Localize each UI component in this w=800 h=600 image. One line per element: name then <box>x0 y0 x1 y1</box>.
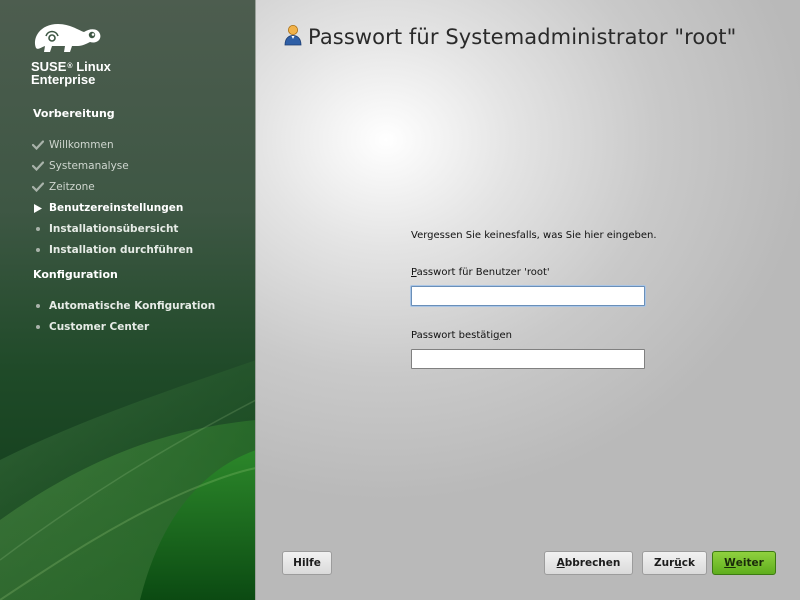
section-title-vorbereitung: Vorbereitung <box>33 107 115 120</box>
root-password-field[interactable] <box>411 286 645 306</box>
check-icon <box>30 140 46 150</box>
confirm-password-label: Passwort bestätigen <box>411 330 512 341</box>
step-automatische-konfiguration: Automatische Konfiguration <box>30 298 215 314</box>
main-panel: Passwort für Systemadministrator "root" … <box>256 0 800 600</box>
hint-text: Vergessen Sie keinesfalls, was Sie hier … <box>411 230 657 241</box>
step-label: Automatische Konfiguration <box>49 300 216 312</box>
step-label: Installation durchführen <box>49 244 194 256</box>
arrow-right-icon <box>30 203 46 213</box>
step-installationsuebersicht: Installationsübersicht <box>30 221 178 237</box>
step-installation-durchfuehren: Installation durchführen <box>30 242 193 258</box>
check-icon <box>30 182 46 192</box>
step-label: Installationsübersicht <box>49 223 179 235</box>
help-button[interactable]: Hilfe <box>282 551 332 575</box>
step-label: Willkommen <box>49 139 114 151</box>
page-header: Passwort für Systemadministrator "root" <box>284 24 736 50</box>
step-systemanalyse: Systemanalyse <box>30 158 129 174</box>
step-label: Customer Center <box>49 321 150 333</box>
bullet-icon <box>30 325 46 329</box>
confirm-password-field[interactable] <box>411 349 645 369</box>
next-button[interactable]: Weiter <box>712 551 776 575</box>
brand-name: SUSE® Linux Enterprise <box>31 59 111 87</box>
step-label: Benutzereinstellungen <box>49 202 184 214</box>
bullet-icon <box>30 227 46 231</box>
step-customer-center: Customer Center <box>30 319 149 335</box>
sidebar: SUSE® Linux Enterprise Vorbereitung Will… <box>0 0 256 600</box>
check-icon <box>30 161 46 171</box>
user-icon <box>284 24 302 50</box>
step-benutzereinstellungen: Benutzereinstellungen <box>30 200 183 216</box>
suse-chameleon-logo <box>30 18 102 60</box>
back-button[interactable]: Zur ü ck <box>642 551 707 575</box>
password-label: Passwort für Benutzer 'root' <box>411 267 550 278</box>
bullet-icon <box>30 304 46 308</box>
page-title: Passwort für Systemadministrator "root" <box>308 25 737 49</box>
step-zeitzone: Zeitzone <box>30 179 95 195</box>
step-label: Zeitzone <box>49 181 95 193</box>
step-willkommen: Willkommen <box>30 137 114 153</box>
bullet-icon <box>30 248 46 252</box>
step-label: Systemanalyse <box>49 160 129 172</box>
section-title-konfiguration: Konfiguration <box>33 268 118 281</box>
abort-button[interactable]: Abbrechen <box>544 551 633 575</box>
